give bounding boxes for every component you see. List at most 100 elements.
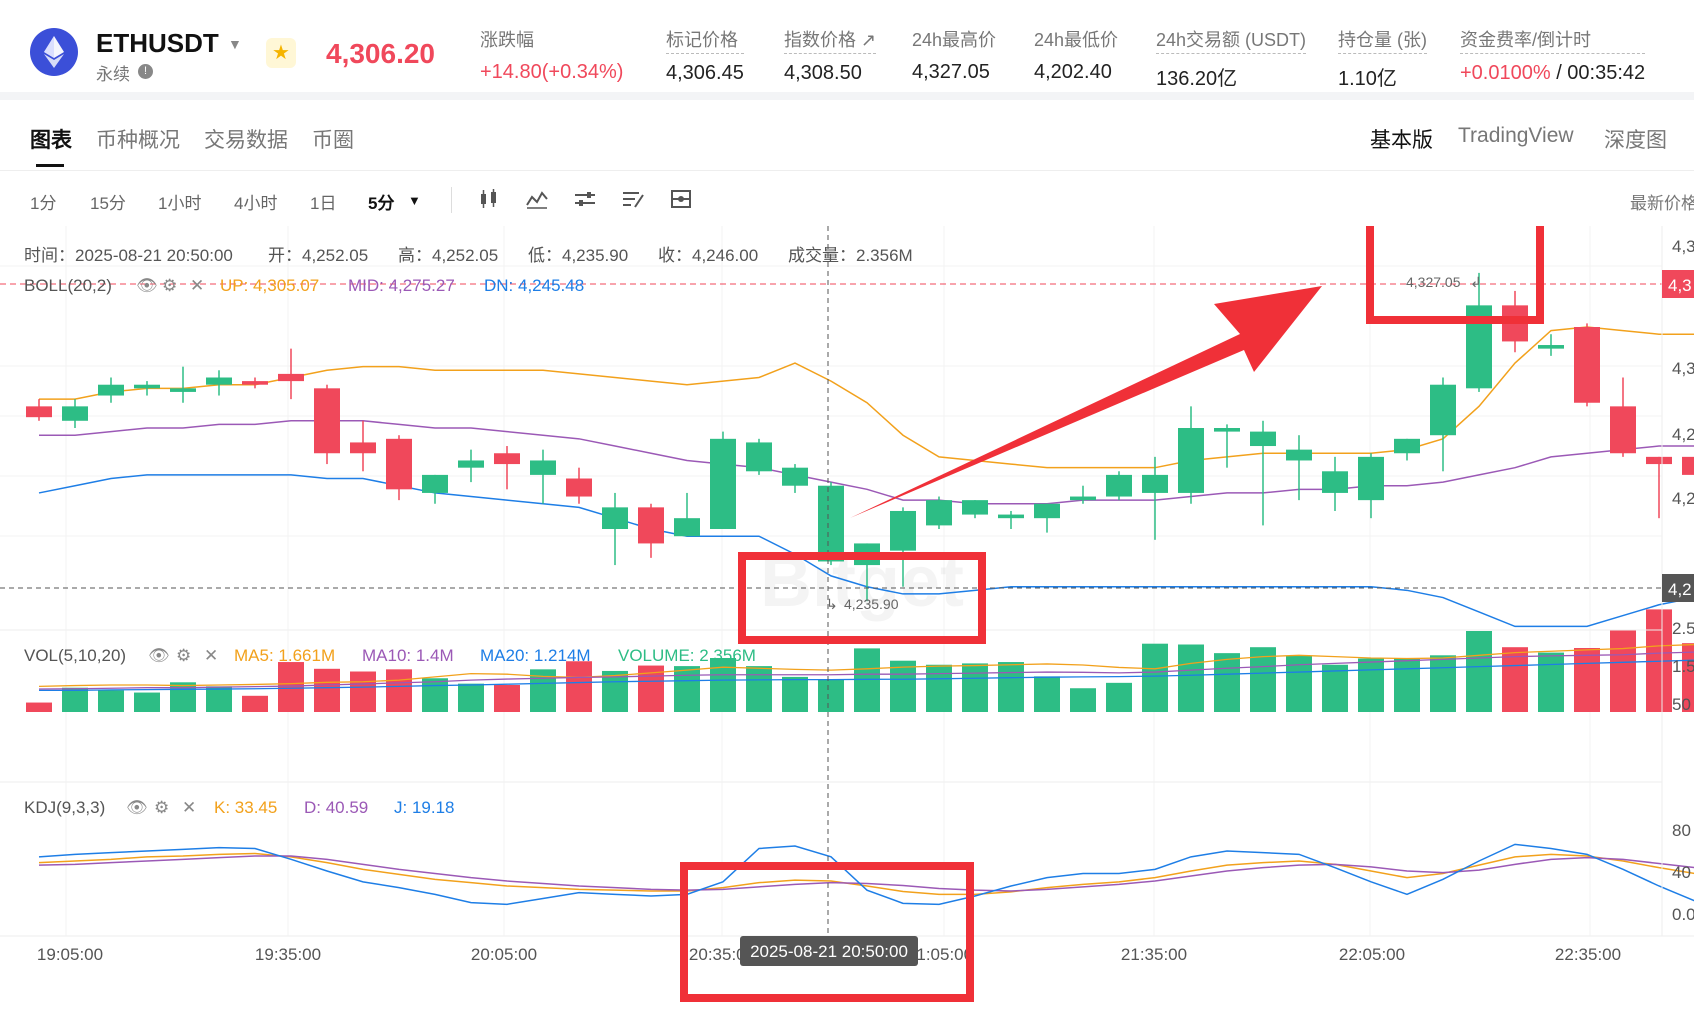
volume-bar	[62, 687, 88, 712]
volume-bar	[350, 671, 376, 712]
kdj-k-value: K: 33.45	[214, 798, 277, 817]
stat-label: 持仓量 (张)	[1338, 26, 1427, 54]
candle-body	[1394, 438, 1420, 454]
candle-type-icon[interactable]	[478, 189, 500, 209]
kline-chart[interactable]: Bitget 4,34,34,24,2 2.51.550 80400.0 4,3…	[0, 226, 1694, 1016]
close-icon[interactable]: ✕	[204, 646, 218, 665]
close-icon[interactable]: ✕	[182, 798, 196, 817]
candle-body	[1646, 456, 1672, 465]
candle-body	[998, 514, 1024, 519]
kdj-axis: 80 40 0.0	[1672, 821, 1694, 924]
candle-body	[422, 474, 448, 493]
stat-index-price[interactable]: 指数价格 ↗ 4,308.50	[784, 26, 877, 85]
volume-bar	[134, 692, 160, 712]
timeframe-dropdown-icon[interactable]: ▼	[408, 193, 421, 208]
volume-axis-label: 1.5	[1672, 657, 1694, 676]
drawing-tools-icon[interactable]	[622, 189, 644, 209]
candle-body	[1070, 496, 1096, 501]
tab-trading-data[interactable]: 交易数据	[204, 124, 288, 154]
symbol-dropdown-icon[interactable]: ▼	[228, 36, 242, 52]
latest-price-toggle[interactable]: 最新价格	[1630, 189, 1694, 214]
vol-legend: VOL(5,10,20) 👁 ⚙ ✕ MA5: 1.661M MA10: 1.4…	[24, 646, 756, 665]
volume-bar	[1466, 631, 1492, 712]
kdj-axis-label: 40	[1672, 863, 1691, 882]
eye-icon[interactable]: 👁	[136, 276, 158, 295]
stat-24h-turnover[interactable]: 24h交易额 (USDT) 136.20亿	[1156, 26, 1307, 91]
timeframe-1d[interactable]: 1日	[310, 189, 336, 214]
candle-body	[458, 460, 484, 468]
funding-countdown: / 00:35:42	[1550, 62, 1646, 84]
candle-body	[350, 442, 376, 454]
stat-24h-high: 24h最高价 4,327.05	[912, 26, 996, 84]
ticker-header: ETHUSDT ▼ 永续 ! ★ 4,306.20 涨跌幅 +14.80(+0.…	[0, 0, 1694, 100]
kdj-k-line	[38, 852, 1694, 896]
candle-body	[1214, 428, 1240, 432]
favorite-star-icon[interactable]: ★	[266, 38, 296, 68]
annotation-arrow	[850, 286, 1322, 518]
timeframe-1m[interactable]: 1分	[30, 189, 56, 214]
toolbar-divider	[451, 187, 452, 213]
tab-coin-overview[interactable]: 币种概况	[96, 124, 180, 154]
stat-value: 136.20亿	[1156, 68, 1238, 90]
annotation-box-time	[680, 862, 974, 1002]
volume-bar	[170, 682, 196, 712]
timeframe-5m-selected[interactable]: 5分	[368, 189, 394, 214]
candle-body	[242, 381, 268, 385]
candle-body	[782, 467, 808, 486]
tab-basic[interactable]: 基本版	[1370, 124, 1433, 154]
candle-body	[1538, 345, 1564, 349]
settings-icon[interactable]: ⚙	[154, 798, 169, 817]
candle-body	[566, 478, 592, 497]
tab-depth[interactable]: 深度图	[1604, 124, 1667, 154]
settings-sliders-icon[interactable]	[574, 189, 596, 209]
candle-body	[1610, 406, 1636, 454]
settings-icon[interactable]: ⚙	[162, 276, 177, 295]
time-axis-label: 19:35:00	[255, 945, 321, 964]
tab-coin-circle[interactable]: 币圈	[312, 124, 354, 154]
stat-value: +0.0100% / 00:35:42	[1460, 62, 1645, 85]
volume-bar	[782, 676, 808, 712]
symbol-name[interactable]: ETHUSDT	[96, 28, 219, 59]
stat-mark-price[interactable]: 标记价格 4,306.45	[666, 26, 744, 85]
volume-bar	[26, 702, 52, 712]
boll-up-value: UP: 4,305.07	[220, 276, 319, 295]
price-axis-label: 4,3	[1672, 237, 1694, 256]
eye-icon[interactable]: 👁	[126, 798, 148, 817]
time-axis-label: 22:35:00	[1555, 945, 1621, 964]
chart-settings-icon[interactable]	[670, 189, 692, 209]
timeframe-1h[interactable]: 1小时	[158, 189, 201, 214]
time-axis-label: 19:05:00	[37, 945, 103, 964]
volume-bar	[1070, 688, 1096, 712]
volume-bar	[926, 664, 952, 712]
tab-chart[interactable]: 图表	[30, 124, 72, 154]
volume-bar	[746, 666, 772, 712]
stat-value: +14.80(+0.34%)	[480, 61, 624, 83]
stat-label: 24h最高价	[912, 30, 997, 50]
volume-bar	[242, 695, 268, 712]
volume-bar	[1610, 629, 1636, 712]
price-axis-label: 4,3	[1672, 359, 1694, 378]
tab-tradingview[interactable]: TradingView	[1458, 124, 1574, 148]
stat-open-interest[interactable]: 持仓量 (张) 1.10亿	[1338, 26, 1427, 91]
volume-bar	[998, 662, 1024, 712]
candle-body	[494, 453, 520, 465]
settings-icon[interactable]: ⚙	[176, 646, 191, 665]
info-icon[interactable]: !	[138, 64, 153, 79]
volume-bar	[818, 679, 844, 712]
active-tab-indicator	[36, 164, 64, 167]
eye-icon[interactable]: 👁	[148, 646, 170, 665]
timeframe-4h[interactable]: 4小时	[234, 189, 277, 214]
close-icon[interactable]: ✕	[190, 276, 204, 295]
stat-label: 标记价格	[666, 26, 744, 54]
volume-bar	[458, 683, 484, 712]
vol-name: VOL(5,10,20)	[24, 646, 126, 665]
stat-value: 4,308.50	[784, 62, 862, 84]
timeframe-15m[interactable]: 15分	[90, 189, 126, 214]
candle-body	[602, 507, 628, 529]
legend-time: 时间：2025-08-21 20:50:00	[24, 246, 233, 265]
candle-body	[98, 384, 124, 396]
stat-funding-rate[interactable]: 资金费率/倒计时 +0.0100% / 00:35:42	[1460, 26, 1646, 85]
indicator-icon[interactable]	[526, 189, 548, 209]
candle-body	[1574, 327, 1600, 403]
candle-body	[530, 460, 556, 475]
